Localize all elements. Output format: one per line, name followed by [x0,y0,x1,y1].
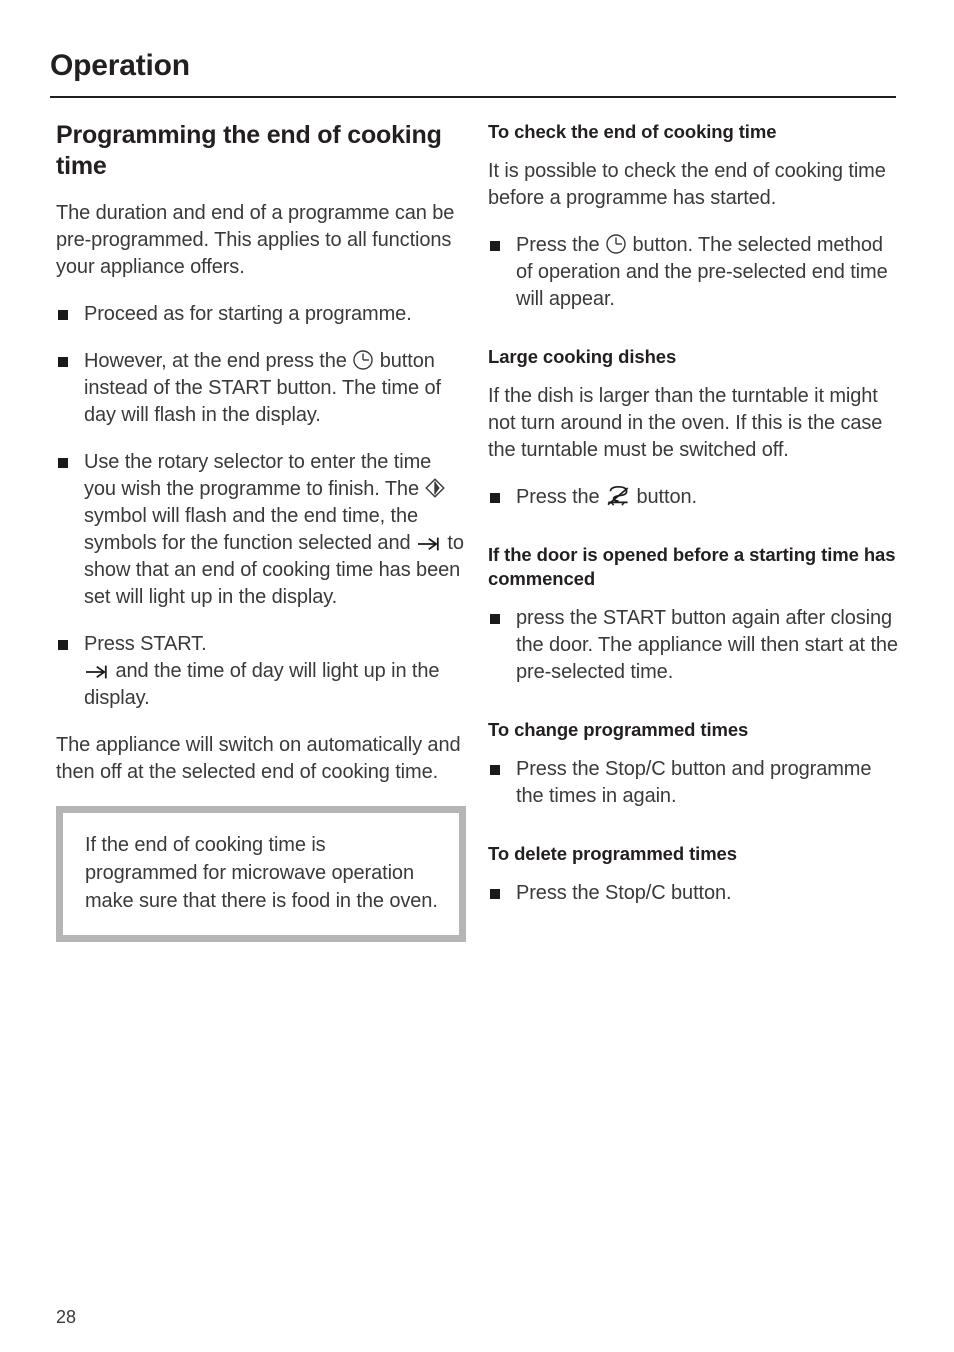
list-item: Press the button. The selected method of… [488,232,900,313]
subsection-title-large-dishes: Large cooking dishes [488,346,677,367]
clock-icon [605,233,627,255]
square-bullet-icon [490,614,500,624]
intro-paragraph: The duration and end of a programme can … [56,202,455,278]
square-bullet-icon [490,241,500,251]
page-header: Operation [50,48,896,98]
clock-icon [352,349,374,371]
list-item: Press the button. [488,484,900,511]
square-bullet-icon [58,310,68,320]
list-item-text-mid: symbol will flash and the end time, the … [84,505,419,554]
list-item: press the START button again after closi… [488,605,900,686]
delete-times-bullet-list: Press the Stop/C button. [488,880,900,907]
subsection-title-door-opened: If the door is opened before a starting … [488,544,896,589]
arrow-to-bar-icon [84,661,110,681]
left-bullet-list: Proceed as for starting a programme. How… [56,301,466,712]
list-item: Press the Stop/C button and programme th… [488,756,900,810]
square-bullet-icon [490,493,500,503]
callout-text: If the end of cooking time is programmed… [85,834,438,912]
list-item-text: Proceed as for starting a programme. [84,303,412,325]
list-item-text-cont: button. [631,486,698,508]
list-item-text: Press the [516,486,606,508]
square-bullet-icon [58,357,68,367]
list-item-text: Press the Stop/C button and programme th… [516,758,872,807]
large-dishes-bullet-list: Press the button. [488,484,900,511]
note-callout-box: If the end of cooking time is programmed… [56,806,466,942]
subsection-paragraph: If the dish is larger than the turntable… [488,385,883,461]
list-item: Proceed as for starting a programme. [56,301,466,328]
arrow-to-bar-icon [416,533,442,553]
list-item: Press the Stop/C button. [488,880,900,907]
left-column: Programming the end of cooking time The … [56,120,466,942]
subsection-title-delete-times: To delete programmed times [488,843,737,864]
list-item: Press START. and the time of day will li… [56,631,466,712]
list-item: Use the rotary selector to enter the tim… [56,449,466,611]
page-footer: 28 [56,1306,76,1328]
list-item-text: press the START button again after closi… [516,607,898,683]
list-item-text: Press the Stop/C button. [516,882,732,904]
list-item-text: However, at the end press the [84,350,353,372]
list-item: However, at the end press the button ins… [56,348,466,429]
door-opened-bullet-list: press the START button again after closi… [488,605,900,686]
square-bullet-icon [58,640,68,650]
diamond-flash-icon [424,477,446,499]
change-times-bullet-list: Press the Stop/C button and programme th… [488,756,900,810]
square-bullet-icon [490,765,500,775]
square-bullet-icon [58,458,68,468]
subsection-title-check-end: To check the end of cooking time [488,121,777,142]
subsection-title-change-times: To change programmed times [488,719,749,740]
turntable-off-icon [605,485,631,507]
list-item-text-cont: and the time of day will light up in the… [84,660,440,709]
page-title: Operation [50,49,190,82]
section-title-programming-end: Programming the end of cooking time [56,121,442,180]
closing-paragraph: The appliance will switch on automatical… [56,734,461,783]
header-divider [50,96,896,98]
document-page: Operation Programming the end of cooking… [0,0,954,1352]
page-number: 28 [56,1307,77,1327]
subsection-paragraph: It is possible to check the end of cooki… [488,160,886,209]
list-item-text: Press the [516,234,606,256]
list-item-text: Press START. [84,633,207,655]
square-bullet-icon [490,889,500,899]
list-item-text: Use the rotary selector to enter the tim… [84,451,432,500]
right-column: To check the end of cooking time It is p… [488,120,900,927]
check-end-bullet-list: Press the button. The selected method of… [488,232,900,313]
